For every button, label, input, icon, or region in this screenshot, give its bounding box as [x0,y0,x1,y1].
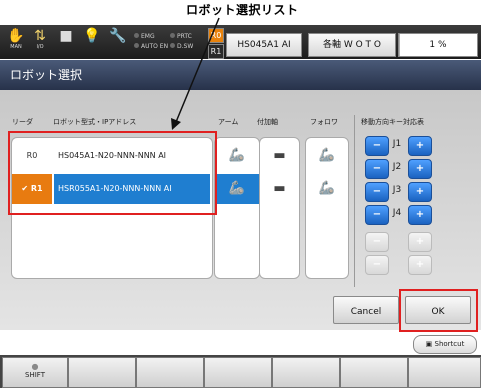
function-key-3[interactable] [204,357,272,388]
function-key-2[interactable] [136,357,204,388]
function-key-6[interactable] [408,357,481,388]
function-key-1[interactable] [68,357,136,388]
shift-key[interactable]: ● SHIFT [2,357,68,388]
shortcut-button[interactable]: ▣ Shortcut [413,335,477,354]
shift-indicator-icon: ● [31,362,39,371]
shortcut-icon: ▣ [425,340,435,348]
function-key-5[interactable] [340,357,408,388]
function-key-4[interactable] [272,357,340,388]
function-key-bar: ● SHIFT [0,355,481,388]
annotation-arrow [171,17,220,130]
